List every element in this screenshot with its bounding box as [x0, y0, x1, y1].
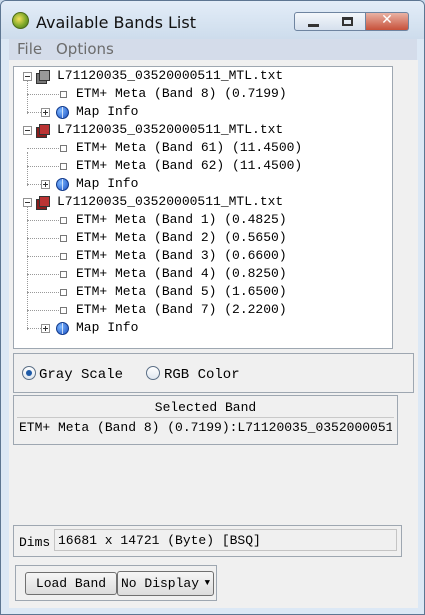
minimize-icon	[308, 24, 319, 27]
gray-scale-radio[interactable]	[22, 366, 36, 380]
tree-band-item[interactable]: ETM+ Meta (Band 62) (11.4500)	[14, 157, 392, 175]
collapse-icon[interactable]	[23, 198, 32, 207]
tree-band-item[interactable]: ETM+ Meta (Band 7) (2.2200)	[14, 301, 392, 319]
band-icon	[60, 235, 67, 242]
expand-icon[interactable]	[41, 108, 50, 117]
menu-file[interactable]: File	[17, 40, 42, 58]
tree-band-item[interactable]: ETM+ Meta (Band 61) (11.4500)	[14, 139, 392, 157]
close-icon: ✕	[381, 12, 393, 28]
tree-map-info[interactable]: Map Info	[14, 103, 392, 121]
band-icon	[60, 253, 67, 260]
tree-map-info[interactable]: Map Info	[14, 319, 392, 337]
collapse-icon[interactable]	[23, 72, 32, 81]
tree-map-info[interactable]: Map Info	[14, 175, 392, 193]
dims-field: 16681 x 14721 (Byte) [BSQ]	[54, 529, 397, 551]
chevron-down-icon: ▼	[204, 578, 210, 588]
band-icon	[60, 217, 67, 224]
tree-band-item[interactable]: ETM+ Meta (Band 5) (1.6500)	[14, 283, 392, 301]
globe-icon	[56, 322, 69, 335]
tree-band-item[interactable]: ETM+ Meta (Band 1) (0.4825)	[14, 211, 392, 229]
band-icon	[60, 271, 67, 278]
dims-value: 16681 x 14721 (Byte) [BSQ]	[58, 533, 261, 548]
close-button[interactable]: ✕	[366, 12, 409, 31]
title-bar[interactable]: Available Bands List ✕	[1, 1, 424, 39]
band-icon	[60, 145, 67, 152]
collapse-icon[interactable]	[23, 126, 32, 135]
display-mode-group: Gray Scale RGB Color	[13, 353, 414, 393]
divider	[17, 417, 394, 418]
selected-band-title: Selected Band	[154, 400, 257, 415]
available-bands-window: Available Bands List ✕ File Options L711…	[0, 0, 425, 615]
display-dropdown[interactable]: No Display ▼	[117, 571, 214, 596]
file-icon	[35, 195, 50, 210]
band-icon	[60, 307, 67, 314]
maximize-icon	[342, 17, 353, 26]
tree-band-item[interactable]: ETM+ Meta (Band 8) (0.7199)	[14, 85, 392, 103]
rgb-color-radio[interactable]	[146, 366, 160, 380]
selected-band-value: ETM+ Meta (Band 8) (0.7199):L71120035_03…	[19, 420, 392, 435]
menu-bar: File Options	[9, 39, 417, 60]
gray-scale-label[interactable]: Gray Scale	[39, 367, 123, 383]
expand-icon[interactable]	[41, 180, 50, 189]
dims-label: Dims	[19, 535, 51, 550]
tree-file-3[interactable]: L71120035_03520000511_MTL.txt	[14, 193, 392, 211]
globe-icon	[56, 178, 69, 191]
tree-band-item[interactable]: ETM+ Meta (Band 4) (0.8250)	[14, 265, 392, 283]
band-icon	[60, 163, 67, 170]
expand-icon[interactable]	[41, 324, 50, 333]
selected-band-panel: Selected Band ETM+ Meta (Band 8) (0.7199…	[13, 395, 398, 445]
tree-band-item[interactable]: ETM+ Meta (Band 3) (0.6600)	[14, 247, 392, 265]
minimize-button[interactable]	[294, 12, 331, 31]
globe-icon	[56, 106, 69, 119]
envi-app-icon	[12, 12, 29, 29]
file-icon	[35, 123, 50, 138]
band-tree[interactable]: L71120035_03520000511_MTL.txt ETM+ Meta …	[13, 66, 393, 349]
rgb-color-label[interactable]: RGB Color	[164, 367, 240, 383]
load-band-button[interactable]: Load Band	[25, 572, 117, 595]
button-panel: Load Band No Display ▼	[15, 565, 217, 601]
menu-options[interactable]: Options	[56, 40, 114, 58]
window-title: Available Bands List	[36, 13, 196, 32]
dims-panel: Dims 16681 x 14721 (Byte) [BSQ]	[13, 525, 402, 557]
tree-band-item[interactable]: ETM+ Meta (Band 2) (0.5650)	[14, 229, 392, 247]
display-dropdown-value: No Display	[121, 576, 200, 591]
band-icon	[60, 91, 67, 98]
tree-file-1[interactable]: L71120035_03520000511_MTL.txt	[14, 67, 392, 85]
maximize-button[interactable]	[330, 12, 366, 31]
tree-file-2[interactable]: L71120035_03520000511_MTL.txt	[14, 121, 392, 139]
file-icon	[35, 69, 50, 84]
band-icon	[60, 289, 67, 296]
